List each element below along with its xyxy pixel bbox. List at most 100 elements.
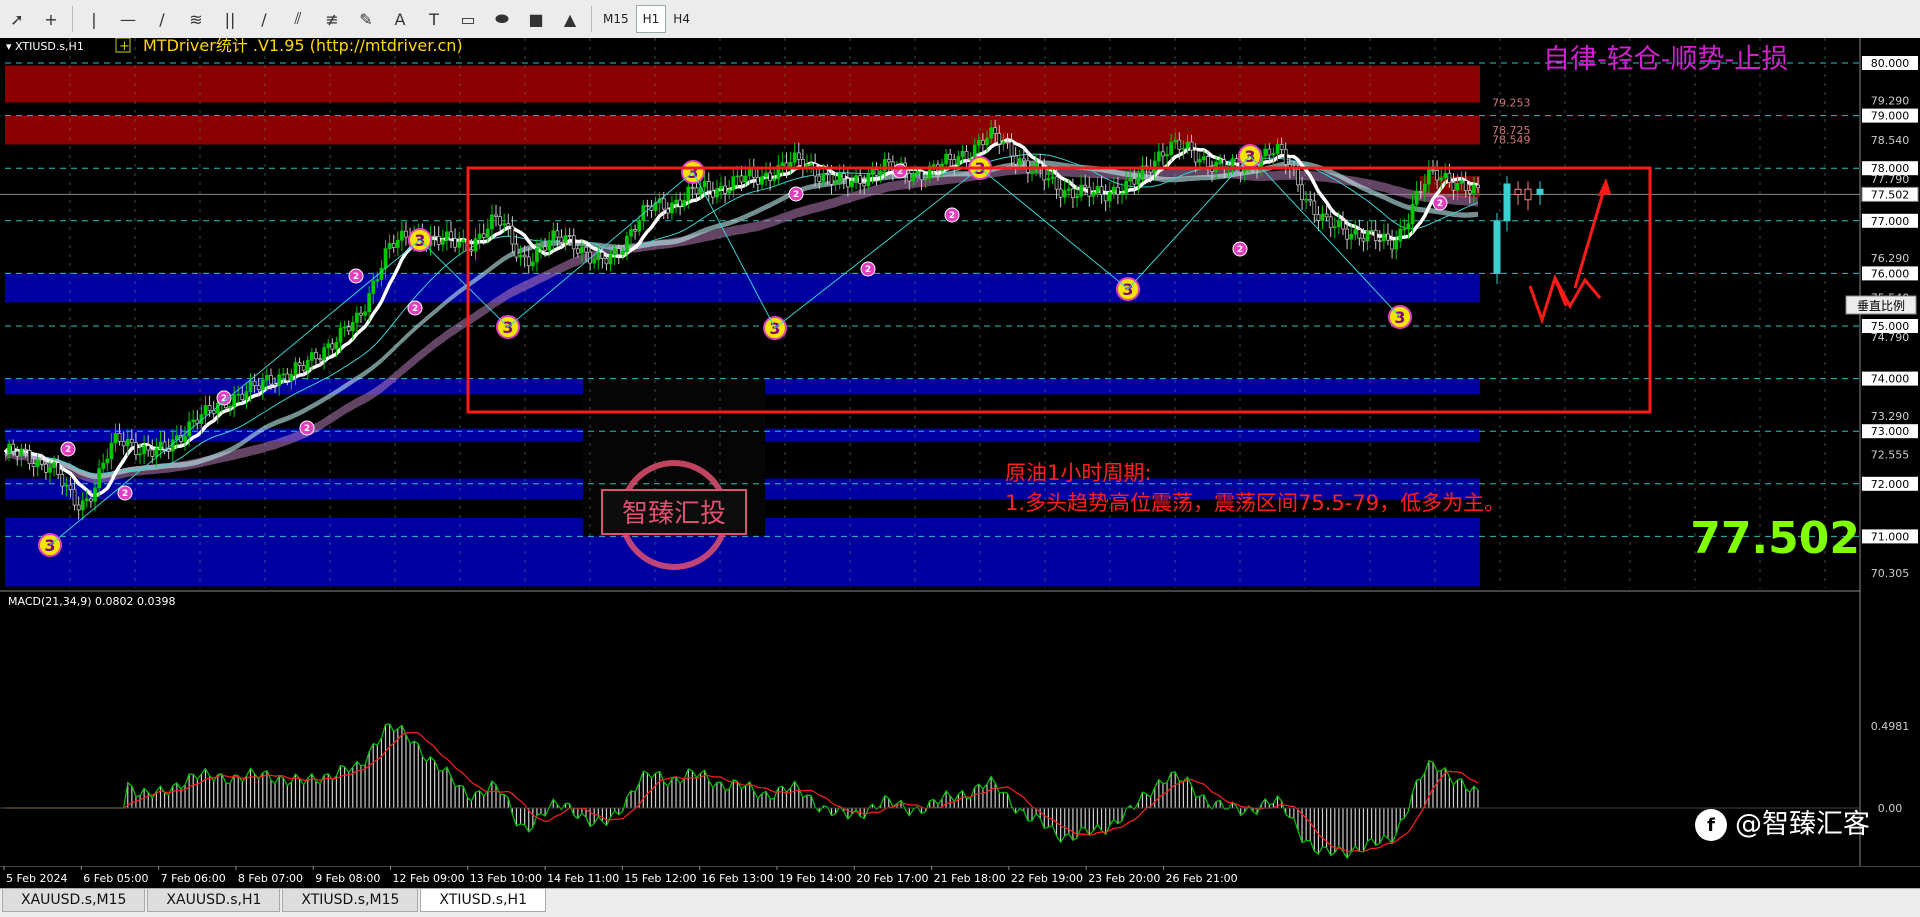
ellipse-icon[interactable]: ⬬ bbox=[485, 2, 519, 36]
price-axis-label: 77.790 bbox=[1871, 173, 1910, 186]
candle-body bbox=[367, 293, 372, 313]
rectangle-icon[interactable]: ▭ bbox=[451, 2, 485, 36]
candle-body bbox=[559, 236, 564, 243]
wave-marker-label: 3 bbox=[44, 536, 55, 555]
candle-body bbox=[711, 190, 715, 198]
candle-body bbox=[584, 246, 588, 253]
candle-body bbox=[1169, 141, 1173, 155]
candle-body bbox=[445, 231, 449, 241]
candle-body bbox=[89, 498, 93, 502]
chart-tab[interactable]: XTIUSD.s,M15 bbox=[282, 889, 419, 912]
candle-body bbox=[1390, 239, 1394, 250]
candle-body bbox=[19, 448, 24, 457]
fibo-fan-icon[interactable]: ≢ bbox=[315, 2, 349, 36]
timeframe-m15-button[interactable]: M15 bbox=[596, 5, 636, 33]
time-axis-label: 6 Feb 05:00 bbox=[83, 872, 148, 885]
candle-body bbox=[563, 235, 568, 243]
fibonacci-icon[interactable]: ≋ bbox=[179, 2, 213, 36]
candle-body bbox=[756, 176, 760, 185]
candle-body bbox=[125, 439, 130, 447]
candle-body bbox=[158, 441, 163, 449]
time-axis-label: 13 Feb 10:00 bbox=[470, 872, 542, 885]
candle-body bbox=[1431, 169, 1435, 172]
candle-body bbox=[792, 152, 797, 163]
macd-axis-label: 0.4981 bbox=[1871, 720, 1910, 733]
candle-body bbox=[371, 280, 376, 294]
candle-body bbox=[1455, 183, 1460, 191]
candle-body bbox=[35, 459, 40, 468]
candle-body bbox=[1021, 158, 1026, 162]
candle-body bbox=[314, 352, 318, 360]
candle-body bbox=[874, 169, 879, 176]
candle-body bbox=[1463, 180, 1468, 191]
candle-body bbox=[846, 178, 850, 188]
candle-body bbox=[1459, 180, 1464, 184]
crosshair-icon[interactable]: + bbox=[34, 2, 68, 36]
candle-body bbox=[395, 239, 400, 248]
candle-body bbox=[1095, 186, 1100, 193]
cursor-icon[interactable]: ➚ bbox=[0, 2, 34, 36]
candle-body bbox=[526, 256, 531, 267]
candle-body bbox=[39, 459, 44, 465]
price-axis-label: 73.290 bbox=[1871, 410, 1910, 423]
candle-body bbox=[481, 233, 486, 238]
candle-body bbox=[620, 251, 625, 255]
candle-body bbox=[1161, 151, 1165, 157]
candle-body bbox=[191, 419, 196, 423]
gann-icon[interactable]: / bbox=[247, 2, 281, 36]
candle-body bbox=[1275, 143, 1280, 154]
draw-icon[interactable]: ✎ bbox=[349, 2, 383, 36]
candle-body bbox=[580, 246, 584, 254]
candle-body bbox=[821, 173, 826, 182]
candle-body bbox=[342, 326, 347, 329]
candle-body bbox=[645, 205, 650, 207]
candle-body bbox=[612, 248, 617, 256]
candle-body bbox=[64, 484, 69, 487]
candle-body bbox=[1422, 183, 1427, 192]
horizontal-line-icon[interactable]: — bbox=[111, 2, 145, 36]
candle-body bbox=[596, 252, 601, 261]
timeframe-h1-button[interactable]: H1 bbox=[635, 5, 667, 33]
trendline-icon[interactable]: / bbox=[145, 2, 179, 36]
vertical-line-icon[interactable]: | bbox=[77, 2, 111, 36]
wave-marker-label: 2 bbox=[949, 211, 955, 221]
time-axis: 5 Feb 2024 6 Feb 05:00 7 Feb 06:00 8 Feb 07… bbox=[0, 865, 1920, 888]
candle-body bbox=[1312, 200, 1317, 216]
candle-body bbox=[334, 341, 339, 350]
candle-body bbox=[240, 393, 245, 400]
chart-tab[interactable]: XAUUSD.s,M15 bbox=[2, 889, 146, 912]
chart-tab[interactable]: XAUUSD.s,H1 bbox=[147, 889, 281, 912]
macd-axis-label: 0.00 bbox=[1878, 802, 1903, 815]
candle-body bbox=[281, 373, 286, 376]
filled-rect-icon[interactable]: ■ bbox=[519, 2, 553, 36]
candle-body bbox=[809, 163, 813, 165]
candle-body bbox=[858, 175, 863, 184]
candle-body bbox=[27, 450, 32, 464]
candle-body bbox=[76, 504, 81, 511]
candle-body bbox=[633, 229, 637, 232]
chart-tab[interactable]: XTIUSD.s,H1 bbox=[420, 889, 546, 912]
candle-body bbox=[346, 326, 351, 332]
candle-body bbox=[490, 214, 494, 230]
price-chart-svg[interactable]: 32222232333222 3232332 ▾ XTIUSD.s,H1 + MTDr… bbox=[0, 36, 1920, 866]
candle-body bbox=[1308, 198, 1313, 202]
timeframe-h4-button[interactable]: H4 bbox=[666, 5, 697, 33]
candle-body bbox=[911, 173, 916, 182]
price-level-label: 80.000 bbox=[1871, 57, 1910, 70]
candle-body bbox=[931, 164, 936, 167]
candle-body bbox=[833, 181, 838, 185]
text-label-icon[interactable]: T bbox=[417, 2, 451, 36]
pitchfork-icon[interactable]: ⫽ bbox=[281, 2, 315, 36]
chart-area[interactable]: 322222323332223232332 ▾ XTIUSD.s,H1 + MTDr… bbox=[0, 36, 1920, 866]
candle-body bbox=[850, 180, 854, 188]
candle-body bbox=[1058, 188, 1063, 198]
candle-body bbox=[1116, 186, 1120, 195]
wave-marker-label: 3 bbox=[1394, 308, 1405, 327]
candle-body bbox=[665, 208, 670, 214]
candle-body bbox=[1398, 228, 1403, 242]
channel-icon[interactable]: || bbox=[213, 2, 247, 36]
triangle-icon[interactable]: ▲ bbox=[553, 2, 587, 36]
candle-body bbox=[989, 127, 993, 139]
text-icon[interactable]: A bbox=[383, 2, 417, 36]
resistance-zone bbox=[5, 115, 1480, 145]
